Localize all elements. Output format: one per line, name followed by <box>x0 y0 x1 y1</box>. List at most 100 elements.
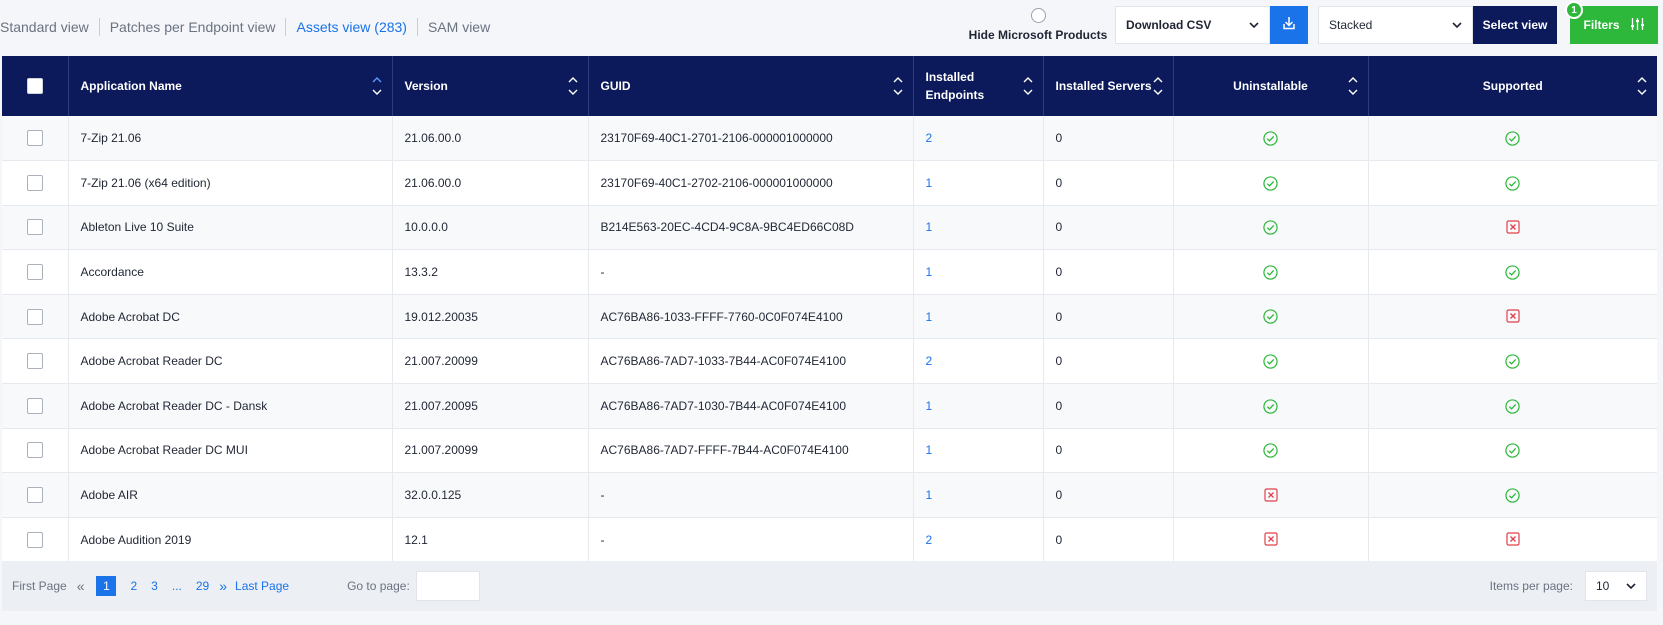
column-header-supported[interactable]: Supported <box>1368 56 1657 116</box>
download-button[interactable] <box>1270 6 1308 44</box>
uninstallable-cell <box>1173 294 1369 339</box>
go-to-page-input[interactable] <box>415 571 480 601</box>
version-cell: 12.1 <box>392 517 589 562</box>
page-button-1[interactable]: 1 <box>96 576 117 596</box>
tab-assets-view[interactable]: Assets view (283) <box>286 18 418 36</box>
table-body: 7-Zip 21.06 21.06.00.0 23170F69-40C1-2701-… <box>2 116 1657 562</box>
row-checkbox[interactable] <box>26 353 43 370</box>
filters-button[interactable]: Filters <box>1570 6 1658 44</box>
uninstallable-cell <box>1173 472 1369 518</box>
guid-cell: AC76BA86-7AD7-1030-7B44-AC0F074E4100 <box>588 383 914 429</box>
version-cell: 19.012.20035 <box>392 294 589 339</box>
column-header-guid[interactable]: GUID <box>588 56 914 116</box>
row-checkbox[interactable] <box>26 130 43 147</box>
column-header-uninstallable[interactable]: Uninstallable <box>1173 56 1369 116</box>
check-circle-icon <box>1505 131 1520 146</box>
installed-endpoints-link[interactable]: 2 <box>926 131 933 145</box>
application-name-cell: 7-Zip 21.06 (x64 edition) <box>68 160 393 206</box>
guid-cell: AC76BA86-1033-FFFF-7760-0C0F074E4100 <box>588 294 914 339</box>
table-row[interactable]: 7-Zip 21.06 (x64 edition) 21.06.00.0 23170… <box>2 160 1657 206</box>
supported-cell <box>1368 384 1657 429</box>
sort-icon[interactable] <box>568 75 578 97</box>
application-name-cell: Adobe Acrobat Reader DC - Dansk <box>68 383 393 429</box>
installed-endpoints-link[interactable]: 1 <box>926 265 933 279</box>
version-cell: 21.007.20099 <box>392 428 589 473</box>
table-row[interactable]: Accordance 13.3.2-1 0 <box>2 249 1657 295</box>
items-per-page-value: 10 <box>1596 579 1610 593</box>
first-page-link[interactable]: First Page <box>12 579 67 593</box>
select-all-checkbox[interactable] <box>26 78 43 94</box>
table-row[interactable]: Adobe Acrobat DC 19.012.20035 AC76BA86-103… <box>2 294 1657 339</box>
double-chevron-right-icon[interactable]: » <box>219 578 227 594</box>
installed-endpoints-link[interactable]: 1 <box>926 310 933 324</box>
sort-icon[interactable] <box>1153 75 1163 97</box>
select-view-button[interactable]: Select view <box>1473 6 1557 44</box>
version-cell: 21.007.20099 <box>392 338 589 384</box>
table-row[interactable]: 7-Zip 21.06 21.06.00.0 23170F69-40C1-2701-… <box>2 116 1657 161</box>
row-checkbox[interactable] <box>26 174 43 191</box>
application-name-cell: 7-Zip 21.06 <box>68 116 393 161</box>
row-checkbox[interactable] <box>26 531 43 548</box>
tab-standard-view[interactable]: Standard view <box>0 18 100 36</box>
sort-icon[interactable] <box>1023 75 1033 97</box>
row-checkbox[interactable] <box>26 487 43 504</box>
installed-endpoints-link[interactable]: 1 <box>926 176 933 190</box>
items-per-page-select[interactable]: 10 <box>1585 571 1647 601</box>
table-row[interactable]: Ableton Live 10 Suite 10.0.0.0 B214E563-20… <box>2 205 1657 250</box>
table-row[interactable]: Adobe Acrobat Reader DC 21.007.20099 AC76B… <box>2 338 1657 384</box>
page-button-29[interactable]: 29 <box>196 579 209 593</box>
installed-endpoints-link[interactable]: 1 <box>926 399 933 413</box>
table-row[interactable]: Adobe Acrobat Reader DC - Dansk 21.007.20… <box>2 383 1657 429</box>
installed-endpoints-link[interactable]: 2 <box>926 533 933 547</box>
row-checkbox[interactable] <box>26 397 43 414</box>
page-button-2[interactable]: 2 <box>130 579 137 593</box>
supported-cell <box>1368 161 1657 206</box>
sort-icon[interactable] <box>1637 75 1647 97</box>
table-row[interactable]: Adobe Acrobat Reader DC MUI 21.007.20099 A… <box>2 428 1657 473</box>
column-header-installed-endpoints[interactable]: Installed Endpoints <box>913 56 1044 116</box>
tab-sam-view[interactable]: SAM view <box>418 18 500 36</box>
double-chevron-left-icon[interactable]: « <box>77 578 85 594</box>
last-page-link[interactable]: Last Page <box>235 579 289 593</box>
supported-cell <box>1368 250 1657 295</box>
row-checkbox[interactable] <box>26 308 43 325</box>
layout-select[interactable]: Stacked <box>1318 6 1473 44</box>
installed-endpoints-link[interactable]: 1 <box>926 220 933 234</box>
table-row[interactable]: Adobe Audition 2019 12.1-2 0 <box>2 517 1657 562</box>
application-name-cell: Ableton Live 10 Suite <box>68 205 393 250</box>
column-header-version[interactable]: Version <box>392 56 589 116</box>
sort-icon[interactable] <box>1348 75 1358 97</box>
hide-microsoft-radio[interactable] <box>1030 8 1046 23</box>
tab-patches-per-endpoint-view[interactable]: Patches per Endpoint view <box>100 18 287 36</box>
page-button-3[interactable]: 3 <box>151 579 158 593</box>
guid-cell: AC76BA86-7AD7-1033-7B44-AC0F074E4100 <box>588 338 914 384</box>
view-tabs: Standard view Patches per Endpoint view … <box>0 18 500 36</box>
installed-endpoints-link[interactable]: 1 <box>926 488 933 502</box>
guid-cell: AC76BA86-7AD7-FFFF-7B44-AC0F074E4100 <box>588 428 914 473</box>
sort-icon[interactable] <box>893 75 903 97</box>
installed-endpoints-cell: 1 <box>913 249 1044 295</box>
row-checkbox[interactable] <box>26 442 43 459</box>
installed-endpoints-cell: 1 <box>913 205 1044 250</box>
installed-endpoints-link[interactable]: 1 <box>926 443 933 457</box>
supported-cell <box>1368 428 1657 473</box>
pagination-bar: First Page « 1 2 3 ... 29 » Last Page Go… <box>2 561 1657 611</box>
column-header-installed-servers[interactable]: Installed Servers <box>1043 56 1174 116</box>
uninstallable-cell <box>1173 338 1369 384</box>
x-square-icon <box>1263 532 1278 547</box>
supported-cell <box>1368 473 1657 518</box>
hide-microsoft-products-toggle[interactable]: Hide Microsoft Products <box>968 8 1108 42</box>
check-circle-icon <box>1263 220 1278 235</box>
export-format-select[interactable]: Download CSV <box>1115 6 1270 44</box>
chevron-down-icon <box>1249 18 1259 32</box>
installed-endpoints-link[interactable]: 2 <box>926 354 933 368</box>
table-row[interactable]: Adobe AIR 32.0.0.125-1 0 <box>2 472 1657 518</box>
installed-servers-cell: 0 <box>1043 160 1174 206</box>
sort-icon[interactable] <box>372 75 382 97</box>
column-header-application-name[interactable]: Application Name <box>68 56 393 116</box>
row-checkbox[interactable] <box>26 219 43 236</box>
select-all-cell <box>2 56 69 116</box>
uninstallable-cell <box>1173 517 1369 562</box>
uninstallable-cell <box>1173 160 1369 206</box>
row-checkbox[interactable] <box>26 264 43 281</box>
